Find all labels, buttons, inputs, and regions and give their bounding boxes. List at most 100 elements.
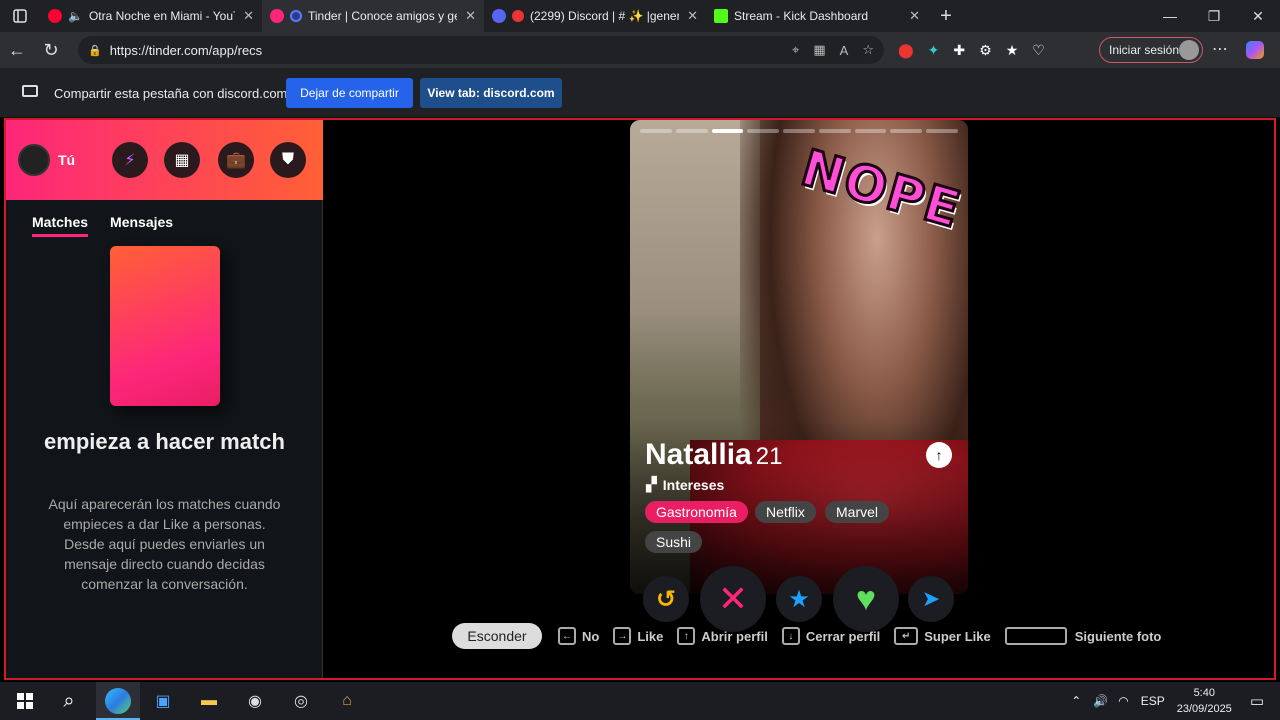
health-icon[interactable]: ♡	[1032, 42, 1045, 59]
hint-super-like: ↵ Super Like	[894, 627, 991, 645]
boost-icon[interactable]: ⚡	[112, 142, 148, 178]
close-icon[interactable]: ✕	[465, 8, 476, 24]
search-icon[interactable]: ⌕	[56, 688, 82, 714]
tab-messages[interactable]: Mensajes	[110, 214, 173, 237]
photo-progress-segment[interactable]	[890, 129, 923, 133]
hint-next-photo: Siguiente foto	[1004, 627, 1162, 645]
tab-discord[interactable]: (2299) Discord | # ✨ |genera ✕	[484, 0, 706, 32]
sidebar-header: Tú ⚡ ▦ 💼 ⛊	[6, 120, 323, 200]
profile-avatar-icon	[1179, 40, 1199, 60]
photo-progress-segment[interactable]	[675, 129, 708, 133]
extension-teal-icon[interactable]: ✦	[928, 42, 940, 59]
performance-icon[interactable]: ⚙	[979, 42, 992, 59]
close-icon[interactable]: ✕	[243, 8, 254, 24]
obs-icon[interactable]: ◎	[288, 688, 314, 714]
minimize-icon[interactable]: —	[1148, 0, 1192, 32]
reload-icon[interactable]: ↻	[34, 32, 68, 68]
view-tab-button[interactable]: View tab: discord.com	[420, 78, 562, 108]
hint-close-profile-label: Cerrar perfil	[805, 628, 881, 644]
close-icon[interactable]: ✕	[909, 8, 920, 24]
close-icon[interactable]: ✕	[687, 8, 698, 24]
hide-hints-button[interactable]: Esconder	[452, 623, 542, 649]
chevron-up-icon[interactable]: ⌃	[1071, 694, 1081, 708]
empty-match-card	[110, 246, 220, 406]
hint-open-profile-label: Abrir perfil	[701, 628, 768, 644]
interests-header: ▞ Intereses	[646, 476, 724, 493]
restore-icon[interactable]: ❐	[1192, 0, 1236, 32]
favorite-star-icon[interactable]: ☆	[862, 42, 874, 58]
interest-chip: Sushi	[645, 531, 703, 553]
hint-no-label: No	[582, 628, 600, 644]
photo-progress-segment[interactable]	[818, 129, 851, 133]
read-aloud-icon[interactable]: A	[840, 43, 849, 58]
empty-state-description: Aquí aparecerán los matches cuando empie…	[48, 496, 281, 592]
photo-progress-segment[interactable]	[854, 129, 887, 133]
up-arrow-key-icon: ↑	[677, 627, 696, 645]
profile-name-text: Natallia	[645, 438, 752, 471]
photo-progress-segment[interactable]	[783, 129, 815, 133]
tab-tinder[interactable]: Tinder | Conoce amigos y ge ✕	[262, 0, 484, 32]
url-text: https://tinder.com/app/recs	[109, 42, 263, 58]
photo-progress	[640, 129, 959, 133]
sharing-icon	[290, 10, 302, 22]
photo-progress-segment[interactable]	[926, 129, 959, 133]
volume-icon[interactable]: 🔊	[1093, 694, 1108, 708]
windows-start-icon[interactable]	[12, 688, 38, 714]
avatar[interactable]	[18, 144, 50, 176]
photo-progress-segment[interactable]	[747, 129, 780, 133]
photo-progress-segment[interactable]	[640, 129, 672, 133]
interests-icon: ▞	[646, 476, 657, 492]
address-bar-row: ← ↻ 🔒 https://tinder.com/app/recs ⌖ ▦ A …	[0, 32, 1280, 68]
down-arrow-key-icon: ↓	[781, 627, 800, 645]
extensions-puzzle-icon[interactable]: ✚	[953, 42, 965, 59]
stop-sharing-button[interactable]: Dejar de compartir	[286, 78, 413, 108]
edge-icon[interactable]	[105, 688, 131, 714]
tab-kick[interactable]: Stream - Kick Dashboard ✕	[706, 0, 928, 32]
extension-red-icon[interactable]: ⬤	[898, 42, 914, 59]
location-icon[interactable]: ⌖	[792, 42, 799, 58]
tab-actions-icon[interactable]	[0, 0, 40, 32]
tab-title: Otra Noche en Miami - YouT	[88, 9, 236, 23]
extensions-row: ⬤ ✦ ✚ ⚙ ★ ♡	[898, 32, 1045, 68]
interests-label: Intereses	[662, 476, 725, 493]
open-profile-arrow-icon[interactable]: ↑	[926, 442, 952, 468]
back-icon[interactable]: ←	[0, 32, 34, 68]
more-menu-icon[interactable]: ⋯	[1212, 32, 1228, 68]
photo-progress-segment[interactable]	[711, 129, 744, 133]
url-bar[interactable]: 🔒 https://tinder.com/app/recs ⌖ ▦ A ☆	[78, 36, 884, 64]
close-window-icon[interactable]: ✕	[1236, 0, 1280, 32]
clock[interactable]: 5:40 23/09/2025	[1177, 685, 1232, 717]
signin-button[interactable]: Iniciar sesión	[1099, 37, 1203, 63]
file-explorer-icon[interactable]: ▬	[196, 688, 222, 714]
hint-super-like-label: Super Like	[924, 628, 991, 644]
notifications-icon[interactable]: ▭	[1250, 692, 1264, 710]
omnibox-icons: ⌖ ▦ A ☆	[792, 36, 874, 64]
share-screen-icon	[22, 85, 38, 97]
wifi-icon[interactable]: ◠	[1118, 694, 1128, 708]
hint-next-photo-label: Siguiente foto	[1074, 628, 1162, 644]
league-icon[interactable]: ⌂	[334, 688, 360, 714]
tab-matches[interactable]: Matches	[32, 214, 89, 237]
steam-icon[interactable]: ◉	[242, 688, 268, 714]
tab-youtube[interactable]: 🔈 Otra Noche en Miami - YouT ✕	[40, 0, 262, 32]
super-like-button[interactable]: ★	[776, 576, 822, 622]
send-message-button[interactable]: ➤	[908, 576, 954, 622]
rewind-button[interactable]: ↺	[643, 576, 689, 622]
briefcase-icon[interactable]: 💼	[218, 142, 254, 178]
copilot-icon[interactable]	[1246, 41, 1264, 59]
discord-icon	[492, 9, 506, 23]
store-icon[interactable]: ▣	[150, 688, 176, 714]
apps-icon[interactable]: ▦	[813, 42, 825, 58]
window-controls: — ❐ ✕	[1148, 0, 1280, 32]
new-tab-button[interactable]: +	[928, 5, 964, 28]
browser-tab-bar: 🔈 Otra Noche en Miami - YouT ✕ Tinder | …	[0, 0, 1280, 32]
empty-state-title: empieza a hacer match	[44, 429, 285, 454]
language-indicator[interactable]: ESP	[1141, 694, 1165, 708]
interest-chip: Marvel	[825, 501, 890, 523]
explore-icon[interactable]: ▦	[164, 142, 200, 178]
share-text: Compartir esta pestaña con discord.com	[54, 86, 288, 101]
left-arrow-key-icon: ←	[558, 627, 576, 645]
collections-icon[interactable]: ★	[1006, 42, 1019, 59]
shield-icon[interactable]: ⛊	[270, 142, 306, 178]
profile-label[interactable]: Tú	[58, 152, 75, 168]
